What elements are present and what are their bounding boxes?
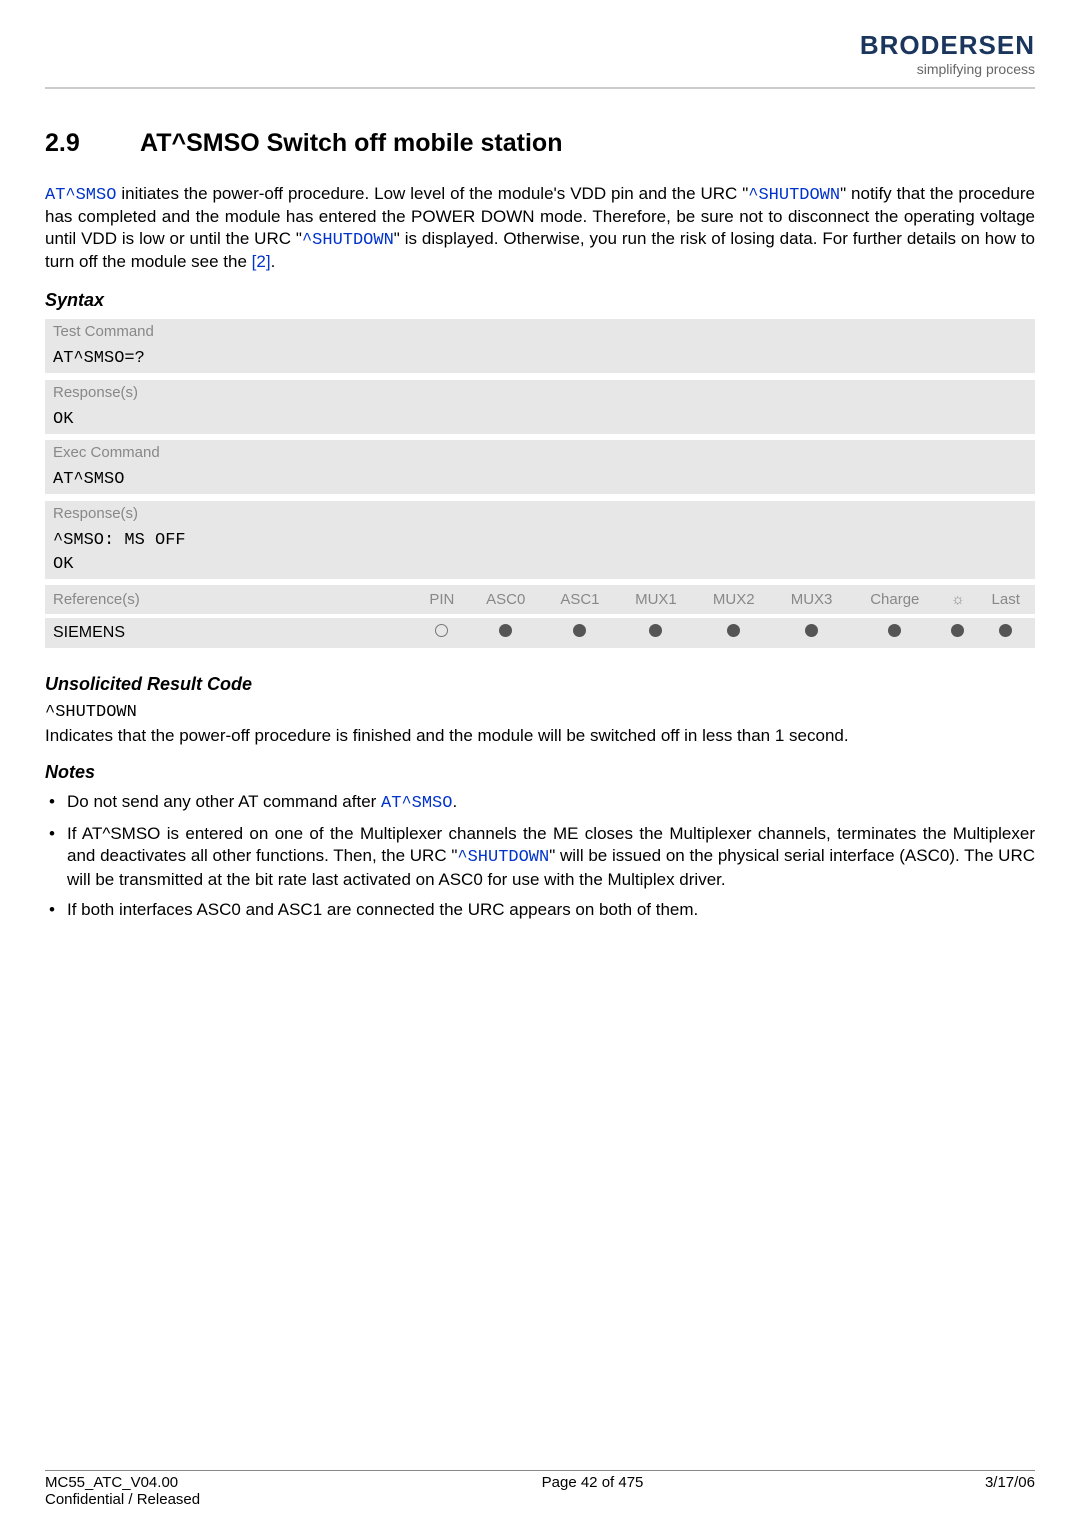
notes-list: Do not send any other AT command after A… bbox=[45, 791, 1035, 921]
sun-icon: ☼ bbox=[951, 591, 965, 608]
col-asc1: ASC1 bbox=[543, 585, 617, 614]
urc-heading: Unsolicited Result Code bbox=[45, 674, 1035, 695]
ref-header-label: Reference(s) bbox=[45, 585, 415, 614]
urc-link-2[interactable]: ^SHUTDOWN bbox=[302, 231, 394, 250]
cell-charge bbox=[850, 618, 939, 648]
col-charge: Charge bbox=[850, 585, 939, 614]
reference-table: Reference(s) PIN ASC0 ASC1 MUX1 MUX2 MUX… bbox=[45, 585, 1035, 648]
col-mux2: MUX2 bbox=[695, 585, 773, 614]
cell-asc1 bbox=[543, 618, 617, 648]
notes-heading: Notes bbox=[45, 762, 1035, 783]
response-ok-1: OK bbox=[45, 405, 1035, 434]
col-sun: ☼ bbox=[939, 585, 976, 614]
section-number: 2.9 bbox=[45, 129, 140, 158]
brand-text: BRODERSEN bbox=[860, 30, 1035, 60]
exec-response-1: ^SMSO: MS OFF bbox=[45, 526, 1035, 555]
list-item: If both interfaces ASC0 and ASC1 are con… bbox=[45, 899, 1035, 921]
dot-filled-icon bbox=[499, 624, 512, 637]
dot-filled-icon bbox=[951, 624, 964, 637]
dot-filled-icon bbox=[727, 624, 740, 637]
doc-date: 3/17/06 bbox=[985, 1474, 1035, 1508]
response-label-2: Response(s) bbox=[45, 501, 1035, 526]
table-row: SIEMENS bbox=[45, 618, 1035, 648]
confidentiality: Confidential / Released bbox=[45, 1491, 200, 1508]
cell-last bbox=[976, 618, 1035, 648]
cell-mux1 bbox=[617, 618, 695, 648]
dot-filled-icon bbox=[649, 624, 662, 637]
ref-link-2[interactable]: [2] bbox=[252, 252, 271, 271]
test-command-code: AT^SMSO=? bbox=[45, 344, 1035, 373]
syntax-heading: Syntax bbox=[45, 290, 1035, 311]
exec-command-code: AT^SMSO bbox=[45, 465, 1035, 494]
brand-logo: BRODERSEN simplifying process bbox=[45, 30, 1035, 77]
tagline: simplifying process bbox=[45, 61, 1035, 77]
exec-response-ok: OK bbox=[45, 555, 1035, 579]
page-footer: MC55_ATC_V04.00 Confidential / Released … bbox=[45, 1470, 1035, 1508]
urc-link-note2[interactable]: ^SHUTDOWN bbox=[457, 848, 549, 867]
cell-sun bbox=[939, 618, 976, 648]
urc-description: Indicates that the power-off procedure i… bbox=[45, 726, 1035, 746]
cell-mux3 bbox=[773, 618, 851, 648]
vendor-cell: SIEMENS bbox=[45, 618, 415, 648]
response-label-1: Response(s) bbox=[45, 380, 1035, 405]
dot-filled-icon bbox=[573, 624, 586, 637]
section-heading: 2.9AT^SMSO Switch off mobile station bbox=[45, 129, 1035, 158]
cell-mux2 bbox=[695, 618, 773, 648]
dot-filled-icon bbox=[999, 624, 1012, 637]
col-last: Last bbox=[976, 585, 1035, 614]
col-mux1: MUX1 bbox=[617, 585, 695, 614]
syntax-block: Test Command AT^SMSO=? Response(s) OK Ex… bbox=[45, 319, 1035, 648]
cmd-link-smso[interactable]: AT^SMSO bbox=[45, 186, 116, 205]
page-number: Page 42 of 475 bbox=[542, 1474, 644, 1508]
urc-code: ^SHUTDOWN bbox=[45, 703, 1035, 722]
exec-command-label: Exec Command bbox=[45, 440, 1035, 465]
col-mux3: MUX3 bbox=[773, 585, 851, 614]
doc-id: MC55_ATC_V04.00 bbox=[45, 1474, 200, 1491]
footer-left: MC55_ATC_V04.00 Confidential / Released bbox=[45, 1474, 200, 1508]
intro-paragraph: AT^SMSO initiates the power-off procedur… bbox=[45, 183, 1035, 272]
cmd-link-note1[interactable]: AT^SMSO bbox=[381, 794, 452, 813]
list-item: If AT^SMSO is entered on one of the Mult… bbox=[45, 823, 1035, 891]
urc-link-1[interactable]: ^SHUTDOWN bbox=[748, 186, 840, 205]
test-command-label: Test Command bbox=[45, 319, 1035, 344]
footer-divider bbox=[45, 1470, 1035, 1471]
dot-open-icon bbox=[435, 624, 448, 637]
dot-filled-icon bbox=[805, 624, 818, 637]
header-divider bbox=[45, 87, 1035, 89]
section-title-text: AT^SMSO Switch off mobile station bbox=[140, 129, 562, 157]
cell-pin bbox=[415, 618, 469, 648]
list-item: Do not send any other AT command after A… bbox=[45, 791, 1035, 815]
col-asc0: ASC0 bbox=[469, 585, 543, 614]
dot-filled-icon bbox=[888, 624, 901, 637]
cell-asc0 bbox=[469, 618, 543, 648]
col-pin: PIN bbox=[415, 585, 469, 614]
